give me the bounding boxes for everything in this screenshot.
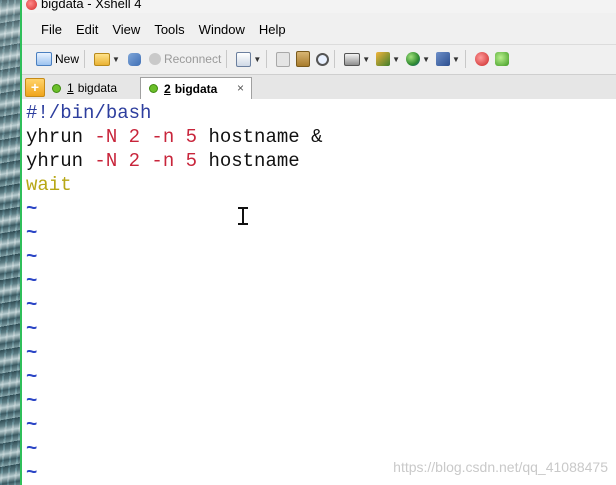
tab-label: bigdata — [174, 81, 218, 96]
tab-session-1[interactable]: 1 bigdata — [52, 77, 117, 99]
xshell-logo-icon — [26, 0, 37, 10]
toolbar-separator — [464, 50, 466, 68]
terminal-area[interactable]: #!/bin/bash yhrun -N 2 -n 5 hostname & yhr… — [22, 99, 616, 485]
empty-line-marker: ~ — [26, 270, 38, 292]
add-tab-button[interactable]: + — [25, 78, 45, 97]
chevron-down-icon: ▼ — [362, 54, 371, 64]
printer-icon — [344, 52, 361, 66]
code-token: yhrun — [26, 150, 95, 172]
globe-button[interactable]: ▼ — [406, 52, 430, 66]
tab-session-2[interactable]: 2 bigdata × — [140, 77, 252, 99]
toolbar: New ▼ Reconnect ▼ ▼ ▼ ▼ ▼ — [22, 44, 616, 73]
code-token: -N 2 -n 5 — [94, 126, 198, 148]
folder-icon — [94, 52, 111, 66]
editor-line: #!/bin/bash — [26, 101, 151, 125]
text-cursor-icon — [238, 207, 248, 225]
code-token: hostname & — [197, 126, 323, 148]
code-token: hostname — [197, 150, 300, 172]
xftp-icon — [494, 52, 509, 66]
menu-view[interactable]: View — [105, 22, 147, 37]
toolbar-separator — [84, 50, 86, 68]
empty-line-marker: ~ — [26, 318, 38, 340]
transfer-button[interactable]: ▼ — [376, 52, 400, 66]
font-button[interactable]: ▼ — [436, 52, 460, 66]
chevron-down-icon: ▼ — [392, 54, 401, 64]
connected-status-icon — [149, 84, 158, 93]
tab-number: 1 — [67, 81, 74, 95]
copy-icon — [276, 51, 291, 67]
tab-bar: + 1 bigdata 2 bigdata × — [22, 74, 616, 100]
menu-window[interactable]: Window — [192, 22, 252, 37]
chevron-down-icon: ▼ — [253, 54, 262, 64]
code-token: #!/bin/bash — [26, 102, 152, 124]
menu-help[interactable]: Help — [252, 22, 293, 37]
xshell-icon — [474, 52, 489, 66]
editor-line: yhrun -N 2 -n 5 hostname — [26, 149, 300, 173]
code-token: wait — [26, 174, 72, 196]
menu-tools[interactable]: Tools — [147, 22, 191, 37]
properties-button[interactable]: ▼ — [236, 51, 262, 67]
reconnect-icon — [148, 53, 161, 65]
menu-bar: File Edit View Tools Window Help — [22, 16, 616, 42]
chevron-down-icon: ▼ — [112, 54, 120, 64]
transfer-icon — [376, 52, 391, 66]
new-session-icon — [36, 52, 52, 66]
reconnect-label: Reconnect — [163, 52, 222, 66]
title-bar: bigdata - Xshell 4 — [22, 0, 616, 13]
reconnect-button[interactable]: Reconnect — [148, 52, 222, 66]
chevron-down-icon: ▼ — [452, 54, 460, 64]
desktop-background — [0, 0, 20, 485]
find-button[interactable] — [316, 52, 330, 66]
open-button[interactable]: ▼ — [94, 52, 120, 66]
xftp-button[interactable] — [494, 52, 509, 66]
empty-line-marker: ~ — [26, 294, 38, 316]
editor-line: wait — [26, 173, 72, 197]
menu-edit[interactable]: Edit — [69, 22, 105, 37]
empty-line-marker: ~ — [26, 366, 38, 388]
tab-label: bigdata — [77, 81, 118, 95]
empty-line-marker: ~ — [26, 438, 38, 460]
xshell-window: bigdata - Xshell 4 File Edit View Tools … — [22, 0, 616, 485]
empty-line-marker: ~ — [26, 462, 38, 484]
watermark: https://blog.csdn.net/qq_41088475 — [393, 459, 608, 475]
empty-line-marker: ~ — [26, 246, 38, 268]
empty-line-marker: ~ — [26, 198, 38, 220]
chevron-down-icon: ▼ — [422, 54, 430, 64]
print-button[interactable]: ▼ — [344, 52, 371, 66]
font-icon — [436, 52, 450, 66]
toolbar-separator — [266, 50, 268, 68]
link-button[interactable] — [127, 52, 141, 66]
empty-line-marker: ~ — [26, 342, 38, 364]
close-icon[interactable]: × — [237, 81, 244, 95]
new-label: New — [55, 52, 80, 66]
search-icon — [316, 52, 330, 66]
menu-file[interactable]: File — [34, 22, 69, 37]
tab-number: 2 — [164, 81, 171, 96]
code-token: -N 2 -n 5 — [94, 150, 198, 172]
editor-line: yhrun -N 2 -n 5 hostname & — [26, 125, 322, 149]
code-token: yhrun — [26, 126, 95, 148]
paste-icon — [296, 51, 311, 67]
globe-icon — [406, 52, 421, 66]
empty-line-marker: ~ — [26, 222, 38, 244]
connected-status-icon — [52, 83, 61, 93]
xshell-button[interactable] — [474, 52, 489, 66]
window-title: bigdata - Xshell 4 — [41, 0, 142, 11]
toolbar-separator — [334, 50, 336, 68]
toolbar-separator — [226, 50, 228, 68]
empty-line-marker: ~ — [26, 390, 38, 412]
properties-icon — [236, 51, 252, 67]
copy-button[interactable] — [276, 51, 291, 67]
new-session-button[interactable]: New — [36, 52, 79, 66]
paste-button[interactable] — [296, 51, 311, 67]
empty-line-marker: ~ — [26, 414, 38, 436]
link-icon — [127, 52, 141, 66]
